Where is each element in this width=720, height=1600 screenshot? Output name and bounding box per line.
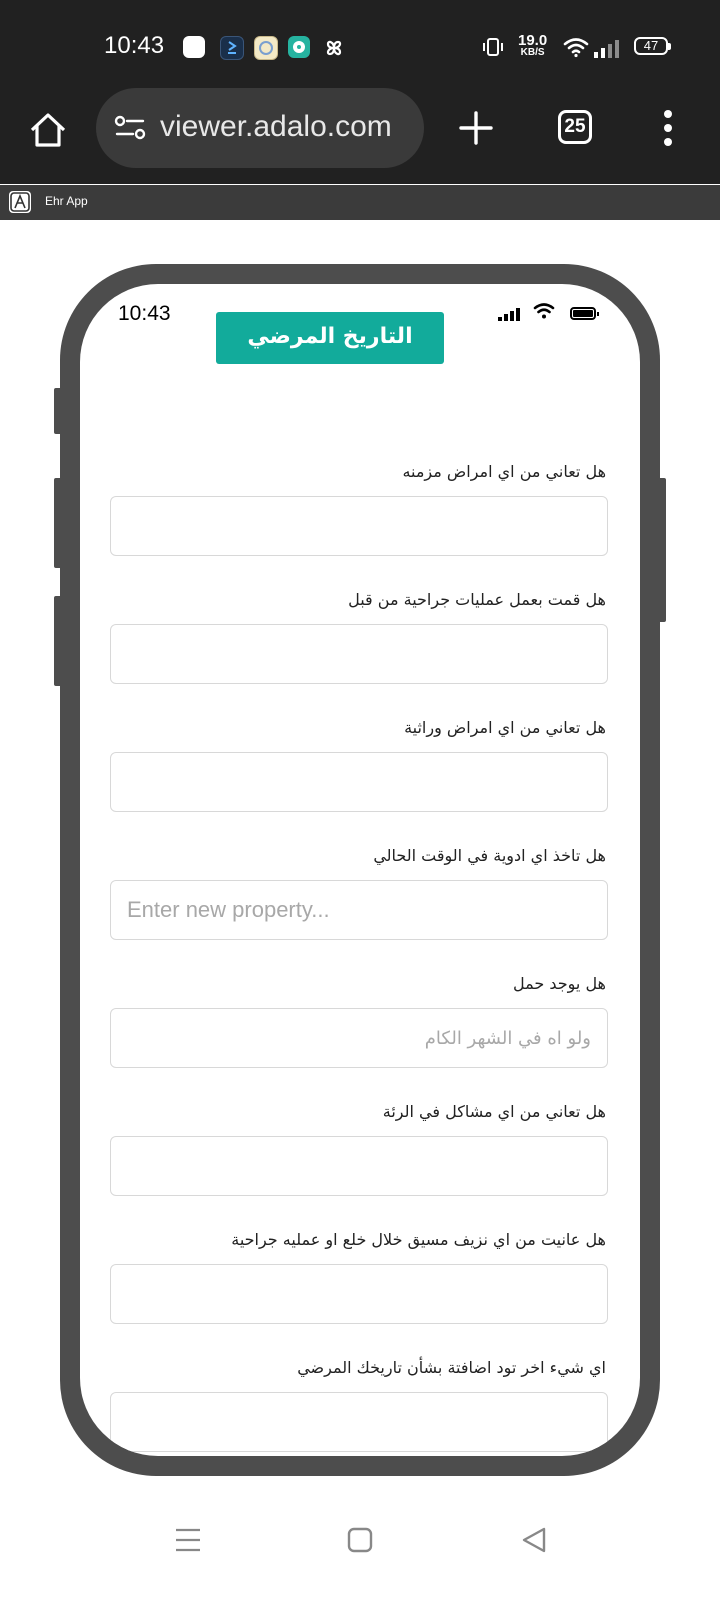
status-bar: 10:43 19.0 KB/S 47	[0, 0, 720, 88]
white-square-icon	[183, 36, 205, 58]
question-label: هل تعاني من اي امراض مزمنه	[402, 462, 606, 481]
browser-toolbar: viewer.adalo.com 25	[0, 88, 720, 184]
question-label: هل تاخذ اي ادوية في الوقت الحالي	[373, 846, 606, 865]
site-settings-icon[interactable]	[114, 114, 146, 146]
back-icon[interactable]	[520, 1526, 548, 1558]
pinwheel-icon	[322, 36, 344, 58]
android-nav-bar	[0, 1488, 720, 1600]
network-speed-unit: KB/S	[520, 47, 545, 58]
url-text[interactable]: viewer.adalo.com	[160, 110, 392, 144]
question-label: هل تعاني من اي مشاكل في الرئة	[382, 1102, 606, 1121]
nav-home-icon[interactable]	[346, 1526, 374, 1558]
chat-bubble-icon	[288, 36, 310, 58]
vibrate-icon	[482, 36, 504, 58]
address-bar[interactable]: viewer.adalo.com	[96, 88, 424, 168]
recent-apps-icon[interactable]	[174, 1526, 202, 1558]
signal-icon	[594, 38, 624, 58]
question-label: اي شيء اخر تود اضافتة بشأن تاريخك المرضي	[297, 1358, 606, 1377]
question-label: هل عانيت من اي نزيف مسيق خلال خلع او عمل…	[231, 1230, 606, 1249]
answer-input[interactable]	[110, 624, 608, 684]
phone-signal-icon	[498, 306, 522, 325]
app-name: Ehr App	[45, 194, 88, 208]
phone-battery-icon	[570, 307, 599, 320]
tab-count-button[interactable]: 25	[558, 110, 592, 144]
answer-input[interactable]	[110, 1136, 608, 1196]
app-badge-icon	[254, 36, 278, 60]
question-label: هل تعاني من اي امراض وراثية	[404, 718, 606, 737]
question-label: هل يوجد حمل	[513, 974, 606, 993]
plus-icon[interactable]	[456, 108, 496, 148]
home-icon[interactable]	[28, 110, 68, 150]
more-vert-icon[interactable]	[660, 108, 676, 148]
battery-icon: 47	[634, 37, 671, 55]
answer-input[interactable]	[110, 1392, 608, 1452]
answer-input[interactable]	[110, 752, 608, 812]
phone-frame: 10:43 التاريخ المرضي هل تعاني من اي امرا…	[60, 264, 660, 1476]
question-label: هل قمت بعمل عمليات جراحية من قبل	[348, 590, 606, 609]
app-logo-icon	[9, 191, 31, 213]
app-download-icon	[220, 36, 244, 60]
answer-input[interactable]	[110, 496, 608, 556]
answer-input[interactable]	[110, 1264, 608, 1324]
page-title: التاريخ المرضي	[216, 312, 444, 364]
wifi-icon	[562, 36, 590, 58]
app-bar: Ehr App	[0, 185, 720, 220]
answer-input[interactable]	[110, 880, 608, 940]
phone-status-time: 10:43	[118, 302, 171, 325]
answer-input[interactable]	[110, 1008, 608, 1068]
phone-wifi-icon	[532, 302, 556, 324]
network-speed-value: 19.0	[518, 32, 548, 49]
network-speed: 19.0 KB/S	[518, 33, 547, 58]
phone-screen: 10:43 التاريخ المرضي هل تعاني من اي امرا…	[80, 284, 640, 1456]
status-time: 10:43	[104, 32, 165, 59]
